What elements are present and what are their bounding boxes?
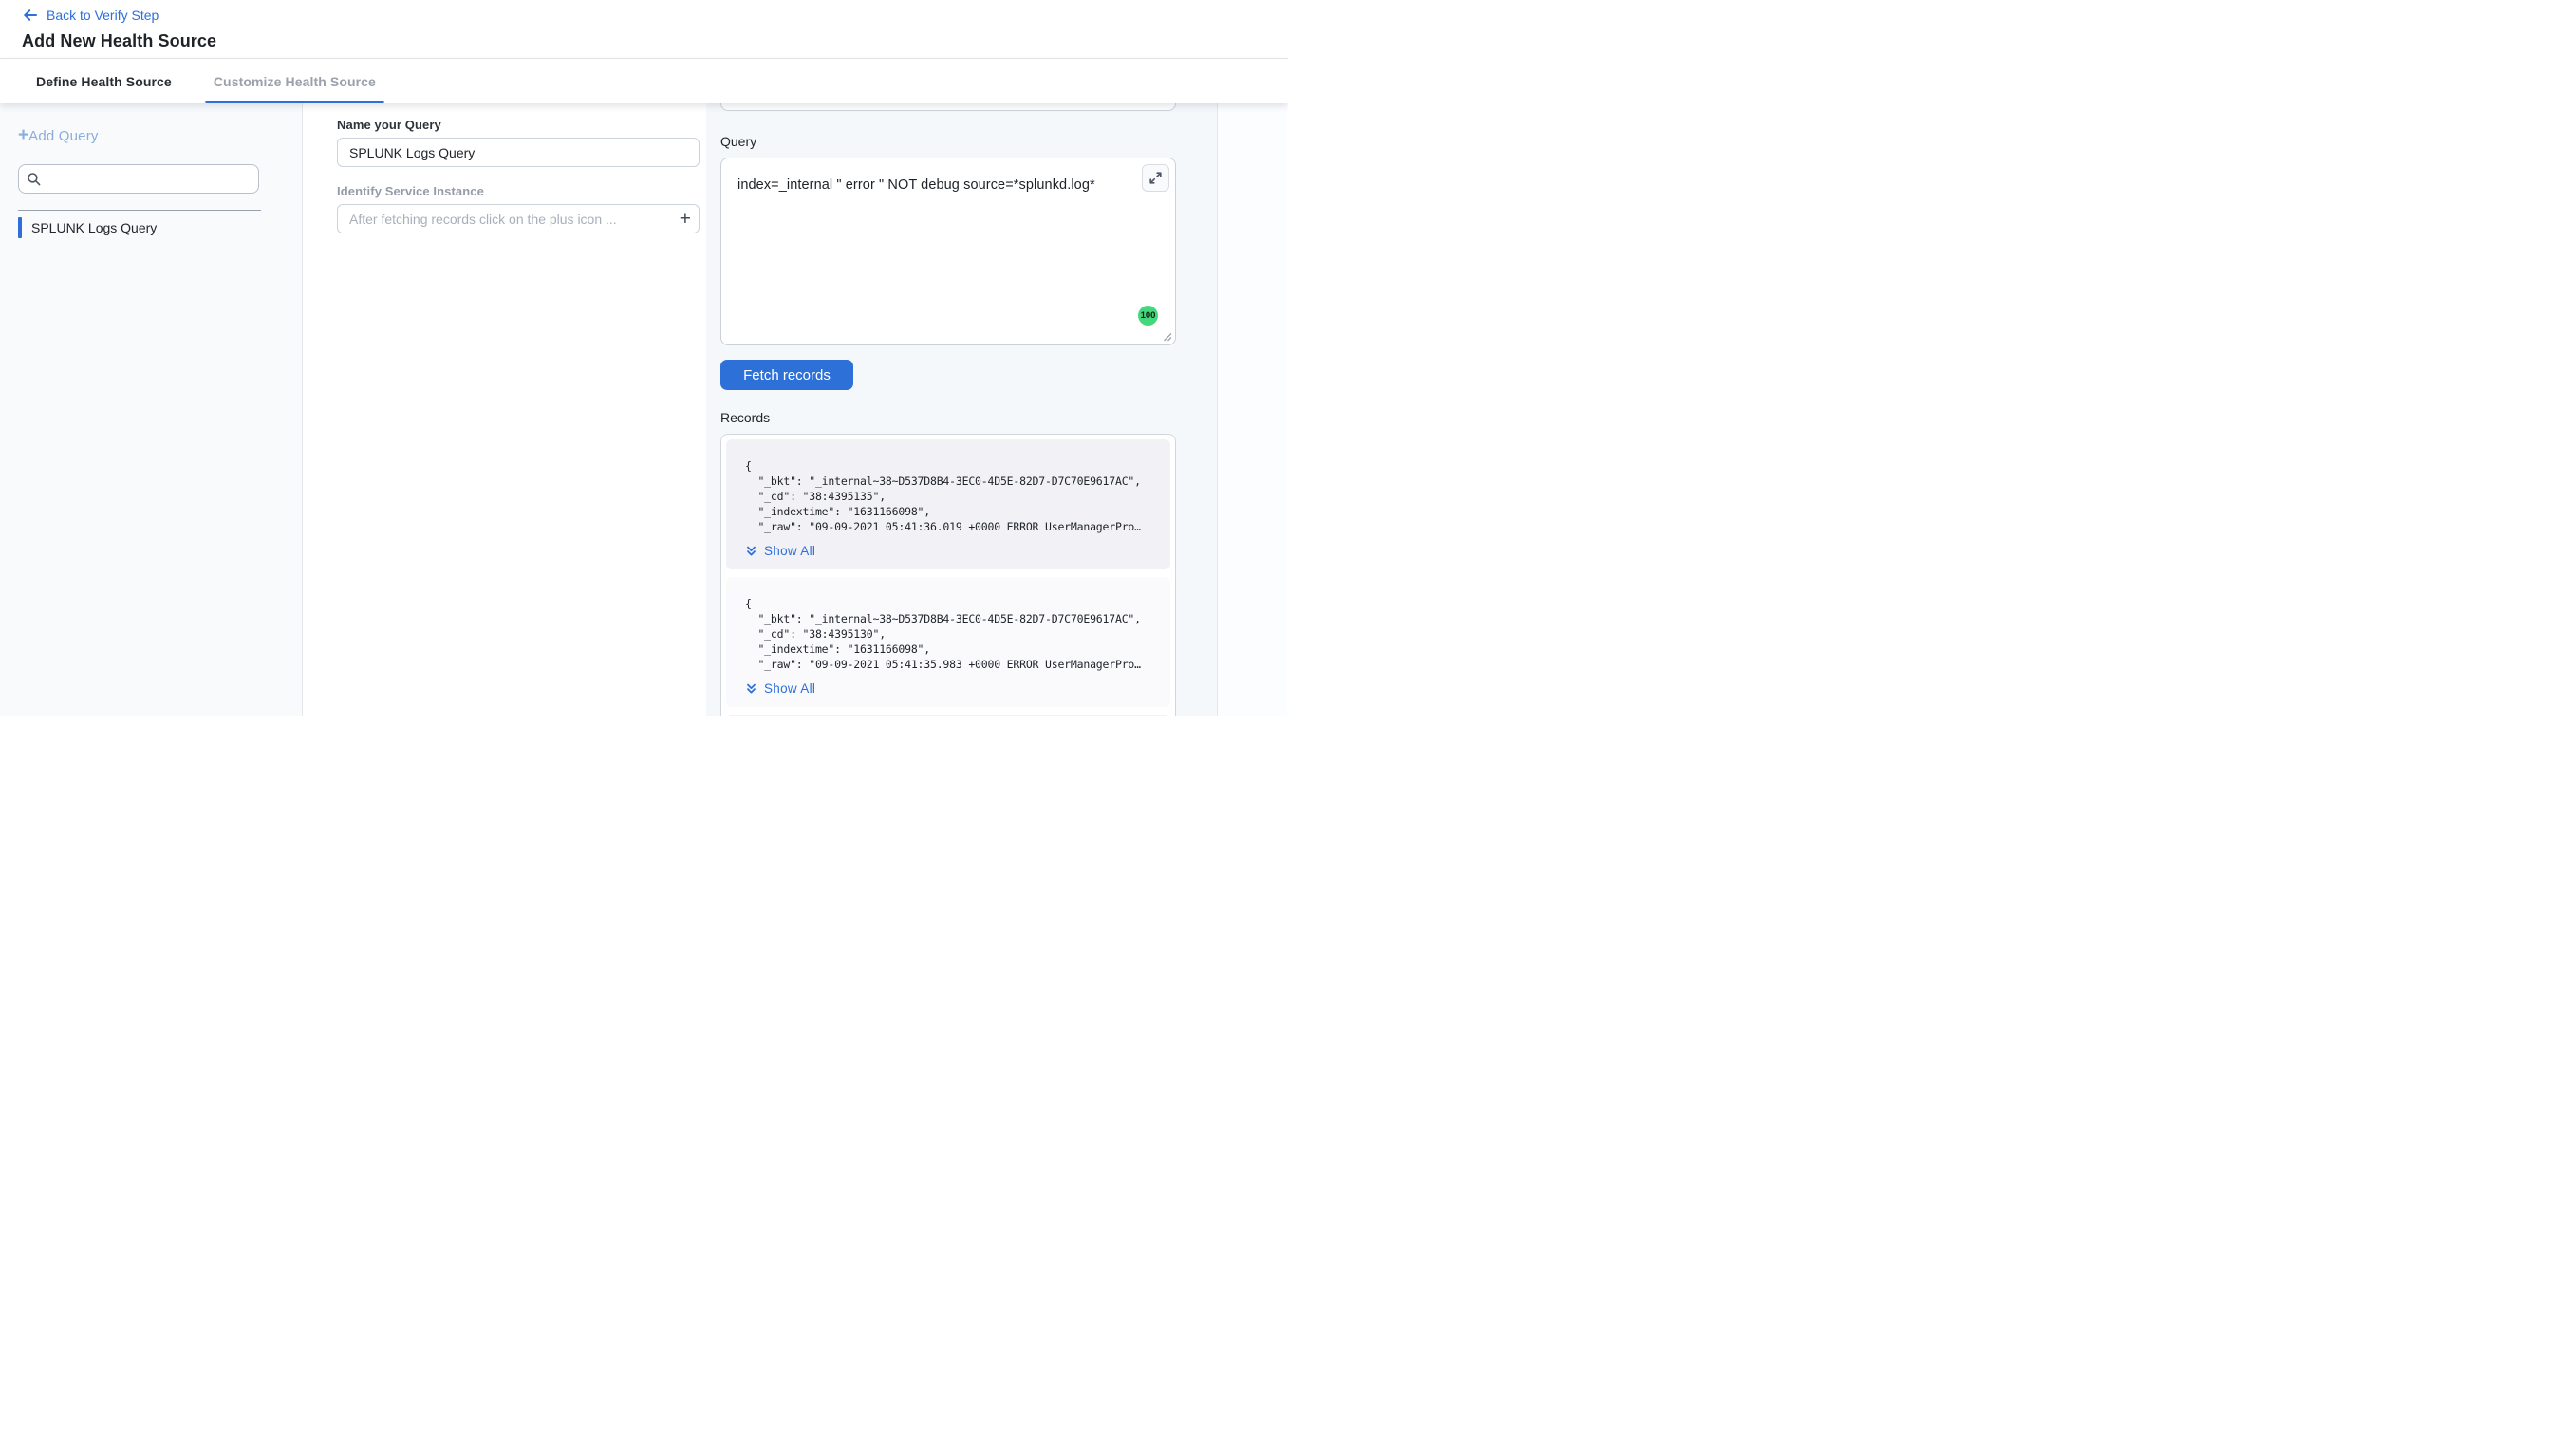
tab-customize-health-source[interactable]: Customize Health Source [205,59,384,103]
tab-define-health-source[interactable]: Define Health Source [28,59,180,103]
service-instance-input[interactable] [337,204,700,233]
query-search [18,164,259,194]
query-value: index=_internal " error " NOT debug sour… [737,177,1095,193]
tab-label: Define Health Source [36,74,172,89]
search-input[interactable] [18,164,259,194]
add-health-source-page: Back to Verify Step Add New Health Sourc… [0,0,1288,716]
resize-grip[interactable] [1162,331,1172,342]
double-chevron-down-icon [745,682,757,695]
query-name-input[interactable] [337,138,700,167]
back-link[interactable]: Back to Verify Step [22,6,1288,25]
main-panel: Name your Query Identify Service Instanc… [303,103,1288,716]
show-all-link[interactable]: Show All [745,681,815,696]
query-item-label: SPLUNK Logs Query [31,220,157,235]
record-card-partial [726,715,1170,716]
record-json-line: "_bkt": "_internal~38~D537D8B4-3EC0-4D5E… [745,611,1155,626]
fetch-records-button[interactable]: Fetch records [720,360,853,390]
show-all-label: Show All [764,544,815,558]
sidebar-divider [18,210,261,211]
double-chevron-down-icon [745,545,757,557]
service-instance-label: Identify Service Instance [337,184,700,198]
expand-icon [1148,171,1163,185]
page-body: + Add Query SPLUNK Logs Query Name your … [0,103,1288,716]
record-json-line: { [745,596,1155,611]
page-title: Add New Health Source [22,31,1288,51]
record-gap [726,569,1170,577]
record-json-line: "_raw": "09-09-2021 05:41:36.019 +0000 E… [745,519,1155,534]
tab-label: Customize Health Source [214,74,376,89]
query-form-column: Name your Query Identify Service Instanc… [337,118,700,233]
record-card: { "_bkt": "_internal~38~D537D8B4-3EC0-4D… [726,439,1170,569]
back-arrow-icon [22,8,38,23]
active-tab-underline [205,101,384,104]
record-json-line: "_bkt": "_internal~38~D537D8B4-3EC0-4D5E… [745,474,1155,489]
record-json-line: "_cd": "38:4395130", [745,626,1155,642]
back-link-label: Back to Verify Step [47,8,159,23]
query-editor[interactable]: index=_internal " error " NOT debug sour… [720,158,1176,345]
record-card: { "_bkt": "_internal~38~D537D8B4-3EC0-4D… [726,577,1170,707]
service-instance-field: + [337,204,700,233]
record-json-line: "_indextime": "1631166098", [745,504,1155,519]
add-service-instance-plus-icon[interactable]: + [680,206,691,232]
add-query-label: Add Query [28,128,99,144]
record-json-line: { [745,458,1155,474]
expand-query-button[interactable] [1142,164,1169,192]
plus-icon: + [18,127,28,144]
name-query-label: Name your Query [337,118,700,132]
records-label: Records [720,410,1176,425]
records-container: { "_bkt": "_internal~38~D537D8B4-3EC0-4D… [720,434,1176,716]
sidebar-item-splunk-logs-query[interactable]: SPLUNK Logs Query [18,216,302,238]
show-all-link[interactable]: Show All [745,544,815,558]
query-sidebar: + Add Query SPLUNK Logs Query [0,103,303,716]
search-icon [27,172,41,186]
record-json-line: "_indextime": "1631166098", [745,642,1155,657]
selected-indicator-bar [18,217,22,238]
record-count-badge: 100 [1138,306,1158,326]
tab-bar: Define Health Source Customize Health So… [0,59,1288,103]
show-all-label: Show All [764,681,815,696]
record-json-line: "_raw": "09-09-2021 05:41:35.983 +0000 E… [745,657,1155,672]
query-column-content: Query index=_internal " error " NOT debu… [720,103,1176,716]
query-label: Query [720,103,1176,149]
query-column: sp Query index=_internal " error " NOT d… [706,103,1217,716]
record-json-line: "_cd": "38:4395135", [745,489,1155,504]
right-edge-strip [1217,103,1287,716]
page-header: Back to Verify Step Add New Health Sourc… [0,0,1288,59]
add-query-button[interactable]: + Add Query [18,127,99,144]
record-gap [726,707,1170,715]
